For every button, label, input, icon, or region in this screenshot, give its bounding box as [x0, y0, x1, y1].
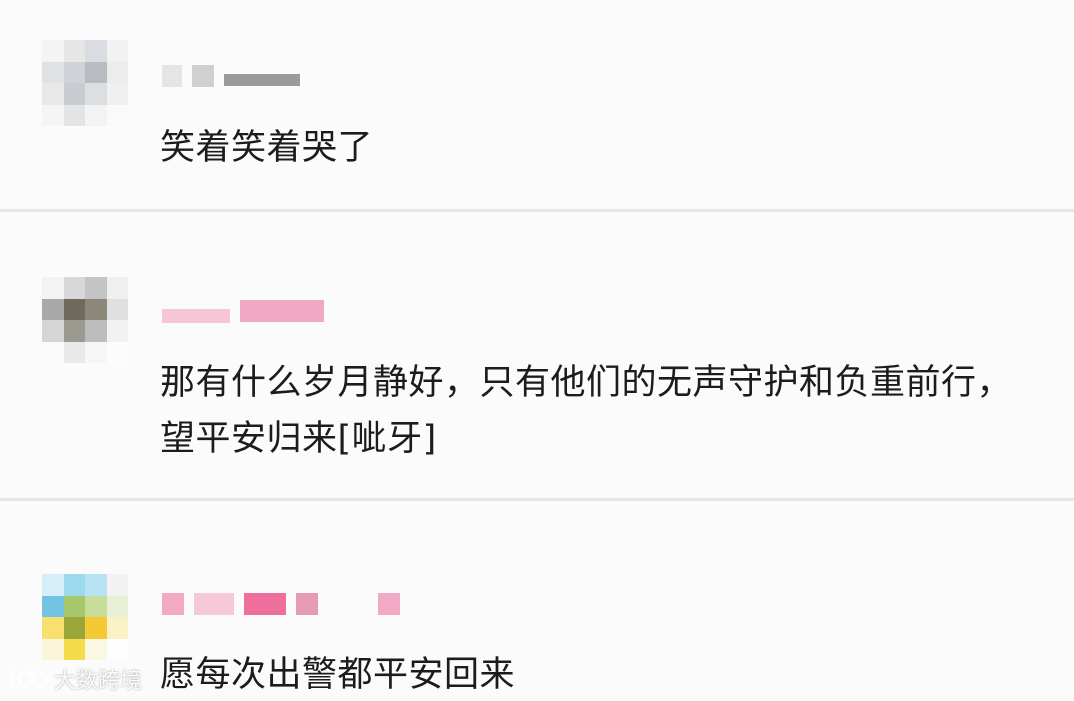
avatar-pixel — [42, 40, 64, 62]
avatar-pixel — [85, 104, 107, 126]
avatar-pixel — [106, 104, 128, 126]
avatar-pixel — [63, 595, 85, 617]
username-blurred[interactable] — [162, 297, 324, 325]
avatar-pixel — [106, 320, 128, 342]
user-avatar[interactable] — [42, 40, 128, 126]
comment-item: 愿每次出警都平安回来 — [0, 502, 1074, 701]
avatar-pixel — [42, 574, 64, 596]
avatar-pixel — [85, 61, 107, 83]
avatar-pixel — [42, 61, 64, 83]
comment-item: 笑着笑着哭了 — [0, 0, 1074, 210]
username-blurred[interactable] — [162, 590, 400, 618]
avatar-pixel — [106, 574, 128, 596]
avatar-pixel — [42, 617, 64, 639]
avatar-pixel — [85, 83, 107, 105]
watermark-text: 大数跨境 — [54, 669, 143, 694]
username-pixel — [296, 593, 318, 615]
avatar-pixel — [63, 617, 85, 639]
avatar-pixel — [63, 61, 85, 83]
avatar-pixel — [106, 341, 128, 363]
comment-text: 那有什么岁月静好，只有他们的无声守护和负重前行，望平安归来[呲牙] — [160, 363, 1013, 459]
avatar-pixel — [85, 595, 107, 617]
avatar-pixel — [63, 320, 85, 342]
watermark: 大数跨境 — [8, 663, 142, 695]
username-pixel — [162, 65, 182, 87]
avatar-pixel — [63, 298, 85, 320]
username-pixel — [192, 65, 214, 87]
username-pixel — [378, 593, 400, 615]
username-pixel — [240, 300, 324, 322]
avatar-pixel — [63, 40, 85, 62]
avatar-pixel — [42, 595, 64, 617]
avatar-pixel — [63, 83, 85, 105]
avatar-pixel — [106, 61, 128, 83]
divider — [0, 498, 1074, 501]
avatar-pixel — [63, 574, 85, 596]
avatar-pixel — [63, 277, 85, 299]
avatar-pixel — [106, 277, 128, 299]
user-avatar[interactable] — [42, 574, 128, 660]
avatar-pixel — [85, 277, 107, 299]
avatar-pixel — [85, 40, 107, 62]
user-avatar[interactable] — [42, 277, 128, 363]
avatar-pixel — [85, 638, 107, 660]
username-pixel — [224, 74, 300, 86]
comment-text: 笑着笑着哭了 — [160, 128, 374, 168]
avatar-pixel — [63, 341, 85, 363]
avatar-pixel — [85, 574, 107, 596]
username-pixel — [194, 593, 234, 615]
username-pixel — [162, 309, 230, 323]
brand-logo-icon — [10, 669, 48, 690]
avatar-pixel — [85, 320, 107, 342]
avatar-pixel — [42, 638, 64, 660]
avatar-pixel — [42, 83, 64, 105]
comment-item: 那有什么岁月静好，只有他们的无声守护和负重前行，望平安归来[呲牙] — [0, 213, 1074, 499]
avatar-pixel — [42, 341, 64, 363]
avatar-pixel — [85, 617, 107, 639]
avatar-pixel — [106, 617, 128, 639]
avatar-pixel — [63, 104, 85, 126]
avatar-pixel — [42, 320, 64, 342]
username-pixel — [244, 593, 286, 615]
divider — [0, 209, 1074, 212]
avatar-pixel — [85, 341, 107, 363]
username-pixel — [162, 593, 184, 615]
avatar-pixel — [106, 83, 128, 105]
avatar-pixel — [63, 638, 85, 660]
avatar-pixel — [106, 40, 128, 62]
comment-text: 愿每次出警都平安回来 — [160, 655, 516, 695]
avatar-pixel — [106, 298, 128, 320]
comment-list: 笑着笑着哭了 那有什么岁月静好，只有他们的无声守护和负重前行，望平安归来[呲牙]… — [0, 0, 1074, 701]
avatar-pixel — [106, 595, 128, 617]
avatar-pixel — [42, 104, 64, 126]
username-blurred[interactable] — [162, 62, 300, 90]
avatar-pixel — [85, 298, 107, 320]
avatar-pixel — [106, 638, 128, 660]
avatar-pixel — [42, 277, 64, 299]
avatar-pixel — [42, 298, 64, 320]
